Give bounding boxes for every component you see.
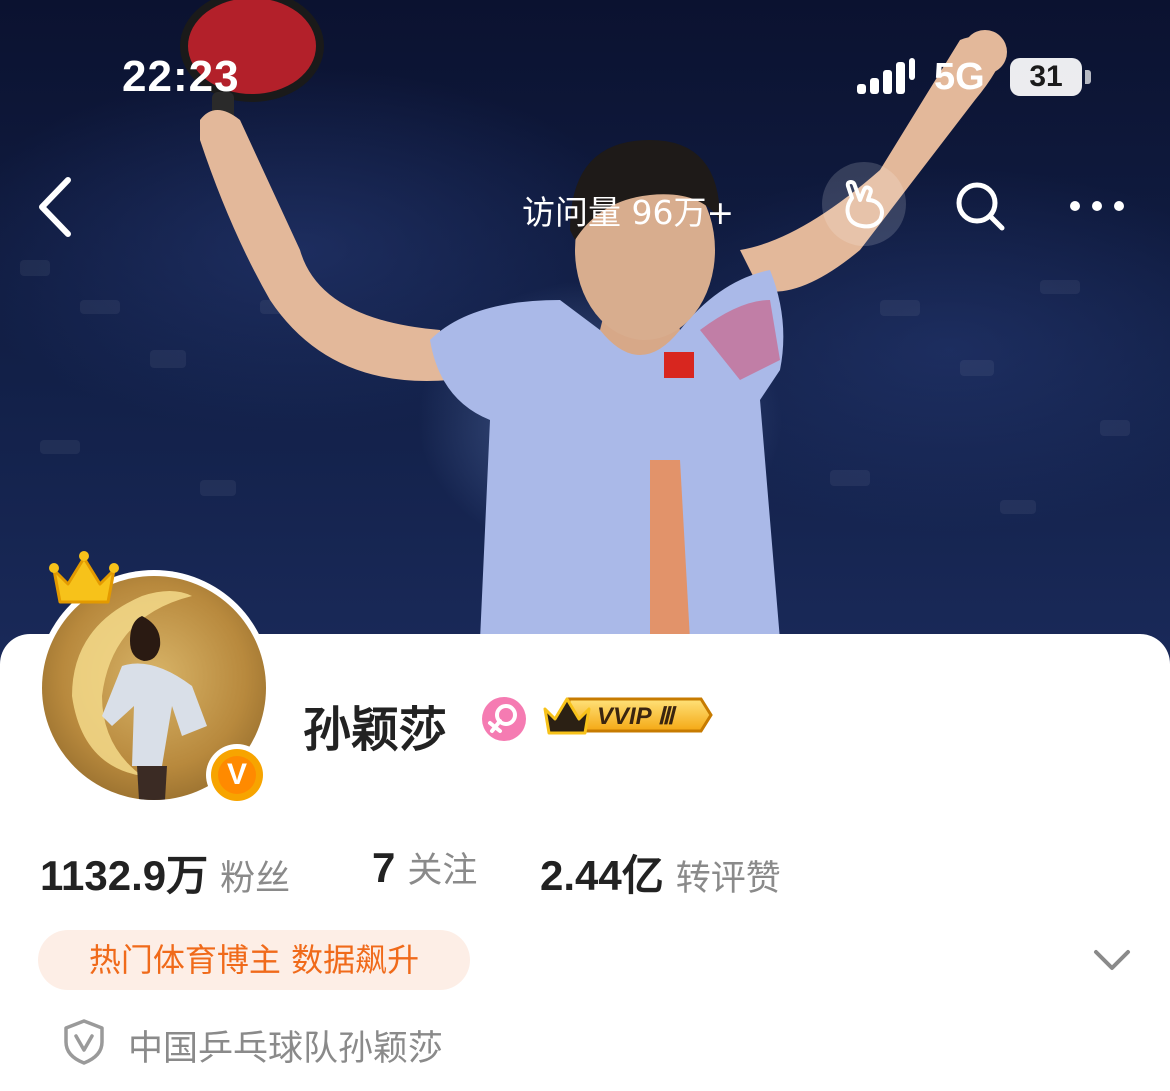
network-type: 5G: [934, 56, 985, 98]
chevron-left-icon: [39, 177, 71, 237]
poke-button[interactable]: [822, 162, 906, 246]
signal-strength-icon: [857, 58, 915, 94]
profile-name: 孙颖莎: [303, 702, 448, 758]
stat-fans[interactable]: 1132.9万 粉丝: [40, 842, 290, 903]
verified-v-icon: V: [206, 744, 268, 806]
chevron-down-icon: [1094, 950, 1130, 970]
stat-label: 关注: [407, 851, 478, 891]
stat-label: 转评赞: [675, 859, 781, 899]
female-icon: [482, 697, 526, 741]
vvip-badge[interactable]: VVIP Ⅲ: [541, 691, 715, 739]
search-button[interactable]: [950, 176, 1010, 236]
search-icon: [956, 182, 1005, 231]
expand-button[interactable]: [1090, 940, 1134, 980]
stat-value: 2.44亿: [540, 852, 664, 899]
stat-value: 7: [372, 844, 396, 891]
more-dots-icon: [1070, 201, 1124, 211]
poke-hand-icon: [845, 180, 884, 229]
battery-indicator: 31: [1010, 58, 1082, 96]
certification-text: 中国乒乓球队孙颖莎: [128, 1029, 444, 1069]
crown-icon: [49, 551, 119, 604]
visit-count: 访问量 96万+: [522, 193, 735, 232]
back-button[interactable]: [30, 172, 90, 242]
more-button[interactable]: [1065, 186, 1129, 226]
vvip-label: VVIP Ⅲ: [597, 703, 677, 730]
status-time: 22:23: [122, 52, 240, 101]
stat-likes[interactable]: 2.44亿 转评赞: [540, 842, 781, 903]
stat-following[interactable]: 7 关注: [372, 842, 477, 893]
stat-value: 1132.9万: [40, 852, 209, 899]
hot-blogger-tag[interactable]: 热门体育博主 数据飙升: [38, 930, 470, 990]
shield-verified-icon: [64, 1019, 104, 1065]
battery-tip: [1085, 70, 1091, 84]
stat-label: 粉丝: [220, 859, 291, 899]
